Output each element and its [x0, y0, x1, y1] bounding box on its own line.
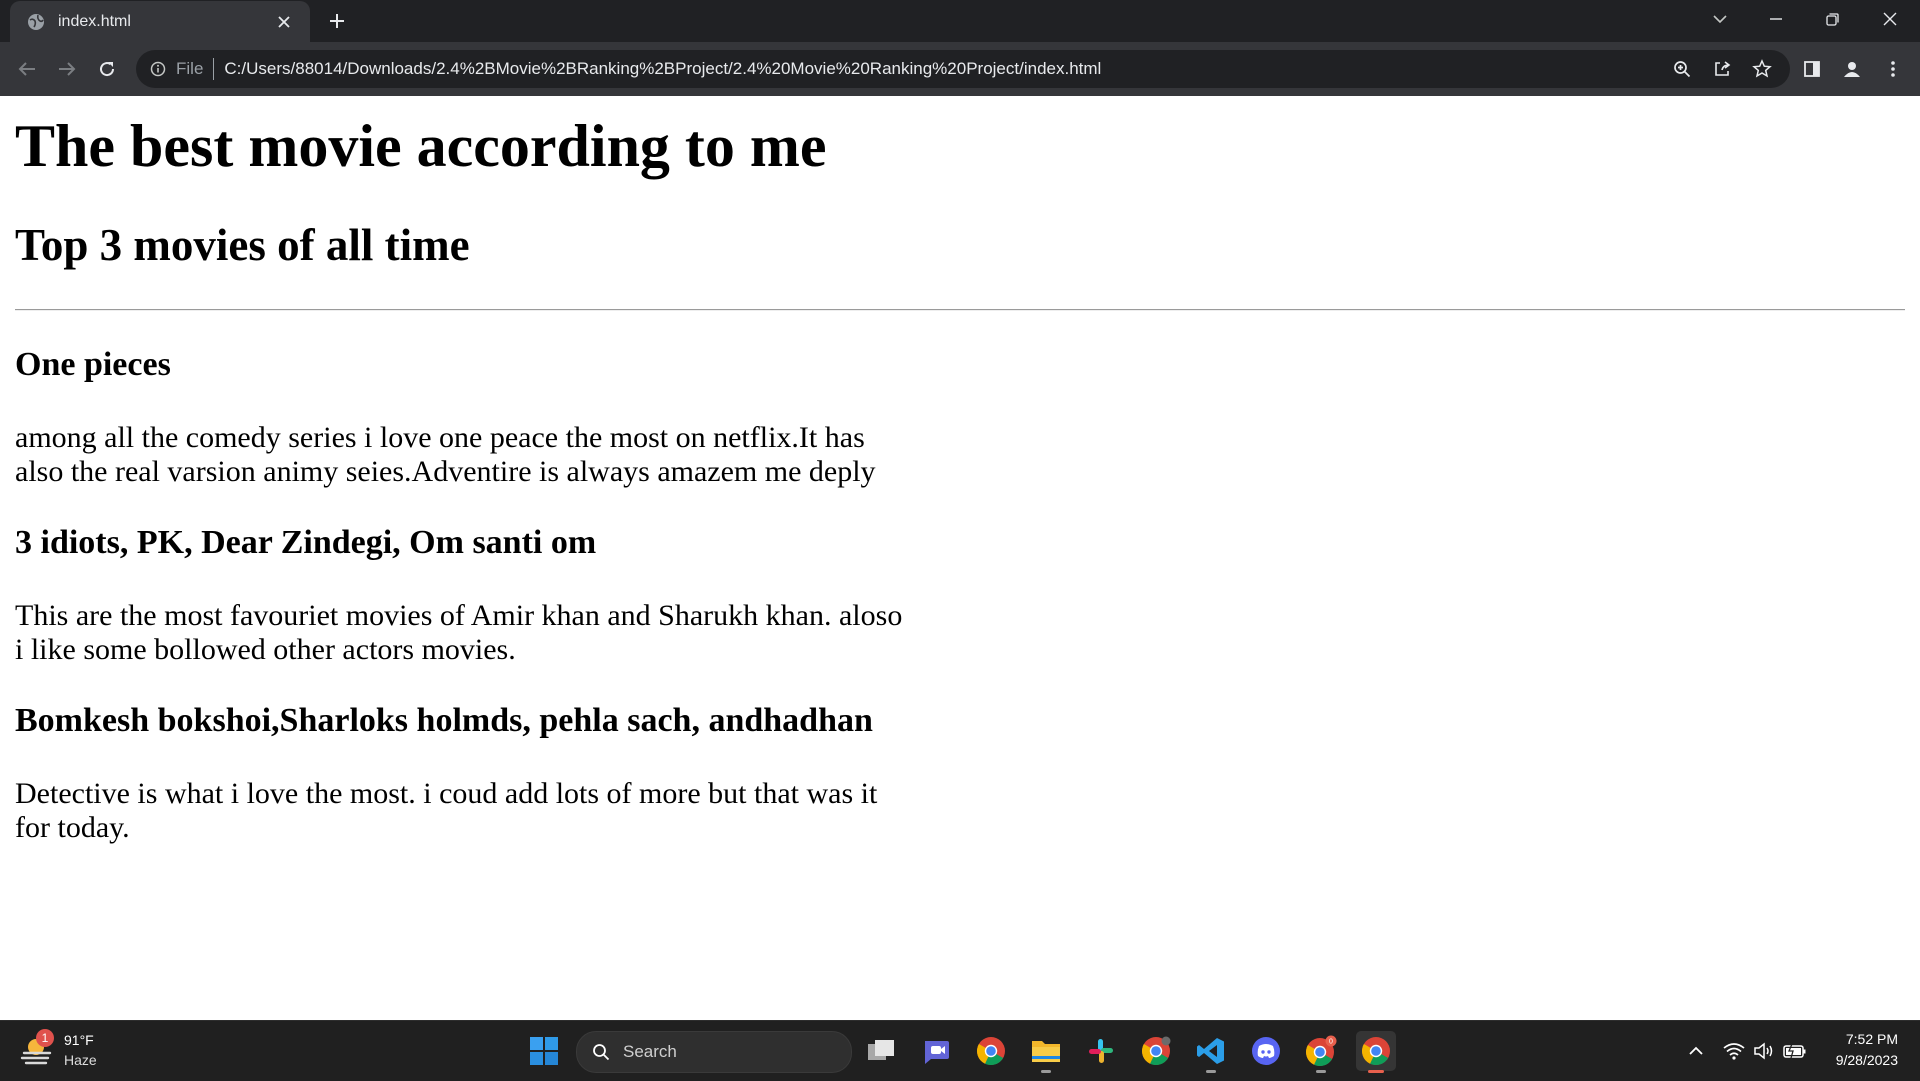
start-button[interactable] [524, 1031, 564, 1071]
clock-date: 9/28/2023 [1835, 1052, 1898, 1068]
minimize-button[interactable] [1748, 0, 1804, 38]
battery-icon[interactable] [1783, 1039, 1807, 1063]
side-panel-icon[interactable] [1795, 52, 1829, 86]
browser-tab[interactable]: index.html [10, 1, 310, 43]
section-title-3: Bomkesh bokshoi,Sharloks holmds, pehla s… [15, 702, 873, 739]
weather-widget[interactable]: 1 91°F Haze [20, 1029, 120, 1073]
back-button[interactable] [10, 52, 44, 86]
new-tab-button[interactable] [322, 6, 352, 36]
section-title-1: One pieces [15, 346, 171, 383]
running-indicator [1041, 1070, 1051, 1073]
scheme-label: File [176, 59, 204, 78]
clock-time: 7:52 PM [1845, 1031, 1898, 1047]
globe-icon [26, 12, 46, 32]
browser-toolbar: File C:/Users/88014/Downloads/2.4%2BMovi… [0, 42, 1920, 96]
slack-icon[interactable] [1081, 1031, 1121, 1071]
section-title-2: 3 idiots, PK, Dear Zindegi, Om santi om [15, 524, 597, 561]
section-text-1: among all the comedy series i love one p… [15, 421, 876, 488]
taskbar: 1 91°F Haze Search 0 7:52 PM 9/28/2023 [0, 1020, 1920, 1081]
weather-temp: 91°F [64, 1032, 94, 1048]
tab-title: index.html [58, 13, 131, 30]
restore-button[interactable] [1804, 0, 1860, 38]
page-title: The best movie according to me [15, 113, 827, 179]
address-bar[interactable]: File C:/Users/88014/Downloads/2.4%2BMovi… [136, 50, 1790, 88]
section-text-2: This are the most favouriet movies of Am… [15, 599, 903, 666]
system-clock[interactable]: 7:52 PM 9/28/2023 [1808, 1029, 1898, 1071]
volume-icon[interactable] [1752, 1039, 1776, 1063]
tab-strip: index.html [0, 0, 1920, 43]
wifi-icon[interactable] [1722, 1039, 1746, 1063]
share-icon[interactable] [1703, 50, 1741, 88]
profile-icon[interactable] [1835, 52, 1869, 86]
active-indicator [1368, 1070, 1384, 1073]
chrome-profile-badge: 0 [1329, 1039, 1333, 1046]
url-text[interactable]: C:/Users/88014/Downloads/2.4%2BMovie%2BR… [224, 59, 1101, 79]
weather-condition: Haze [64, 1052, 97, 1068]
chrome-active-window[interactable] [1356, 1031, 1396, 1073]
weather-badge: 1 [36, 1029, 54, 1047]
running-indicator [1316, 1070, 1326, 1073]
reload-button[interactable] [90, 52, 124, 86]
zoom-icon[interactable] [1663, 50, 1701, 88]
running-indicator [1206, 1070, 1216, 1073]
site-info-icon[interactable] [148, 59, 168, 79]
close-window-button[interactable] [1862, 0, 1918, 38]
web-page: The best movie according to me Top 3 mov… [0, 96, 1920, 1020]
search-placeholder: Search [623, 1042, 677, 1061]
file-explorer-icon[interactable] [1026, 1031, 1066, 1073]
task-view-button[interactable] [861, 1031, 901, 1071]
chrome-profile-icon[interactable] [1136, 1031, 1176, 1071]
close-tab-icon[interactable] [272, 10, 296, 34]
separator [213, 58, 215, 80]
section-text-3: Detective is what i love the most. i cou… [15, 777, 878, 844]
forward-button[interactable] [50, 52, 84, 86]
chevron-up-icon[interactable] [1684, 1039, 1708, 1063]
menu-icon[interactable] [1876, 52, 1910, 86]
page-subtitle: Top 3 movies of all time [15, 220, 470, 270]
tab-search-button[interactable] [1692, 0, 1748, 38]
chrome-icon[interactable] [971, 1031, 1011, 1071]
discord-icon[interactable] [1246, 1031, 1286, 1071]
bookmark-star-icon[interactable] [1743, 50, 1781, 88]
taskbar-search[interactable]: Search [576, 1031, 852, 1073]
vscode-icon[interactable] [1191, 1031, 1231, 1073]
search-icon [591, 1042, 611, 1062]
divider [15, 309, 1905, 311]
chrome-alt-profile-icon[interactable]: 0 [1301, 1031, 1341, 1073]
teams-chat-icon[interactable] [916, 1031, 956, 1071]
